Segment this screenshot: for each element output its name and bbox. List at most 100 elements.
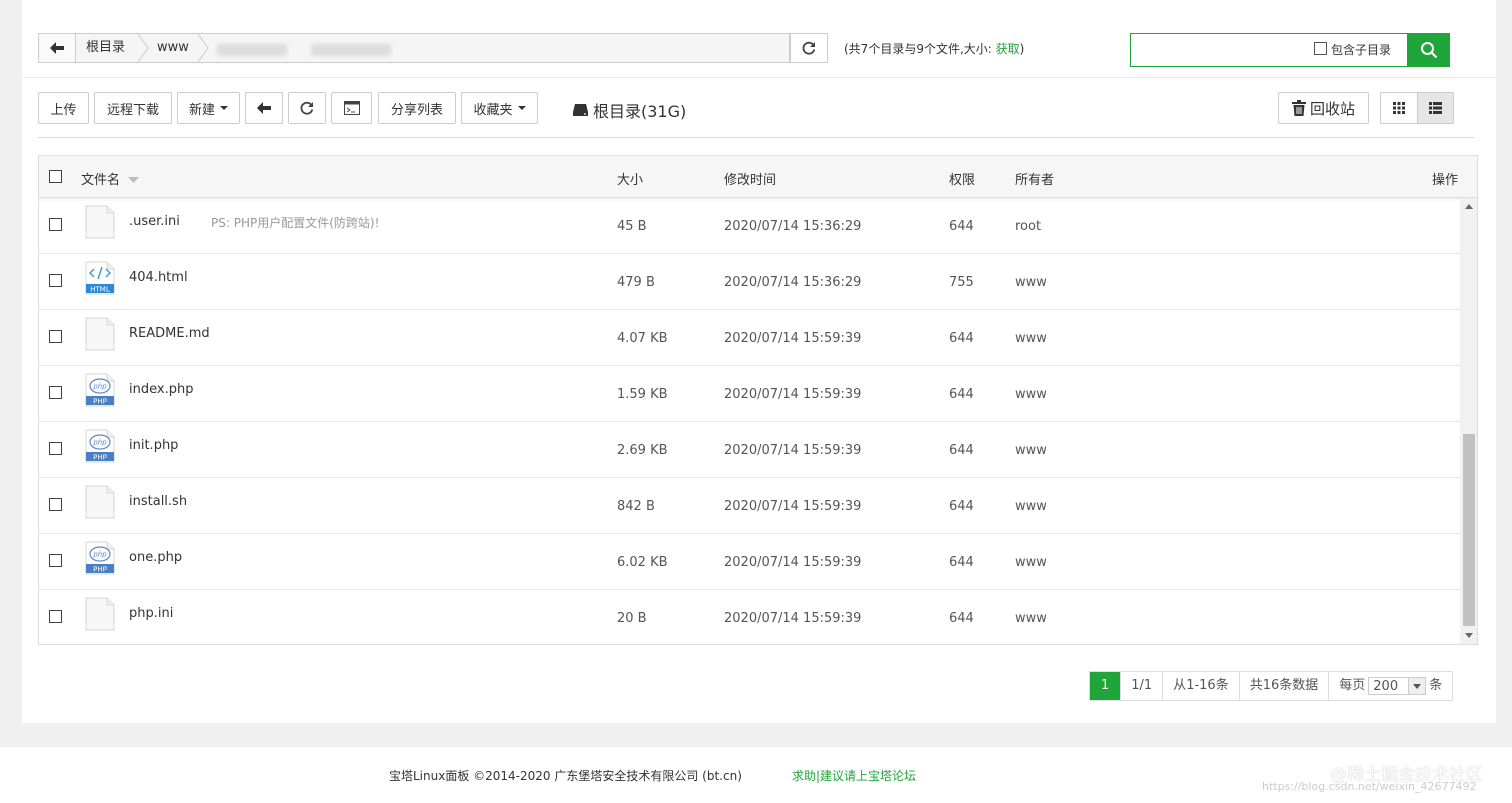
- file-name[interactable]: install.sh: [129, 494, 187, 509]
- file-icon: [85, 485, 115, 519]
- include-subdir-checkbox[interactable]: [1314, 42, 1327, 55]
- per-page-value: 200: [1373, 678, 1399, 694]
- select-all-checkbox[interactable]: [49, 170, 62, 183]
- file-permission: 644: [949, 331, 974, 346]
- table-row[interactable]: php PHP one.php 6.02 KB 2020/07/14 15:59:39 6…: [39, 534, 1461, 590]
- table-row[interactable]: .user.ini PS: PHP用户配置文件(防跨站)! 45 B 2020/07/…: [39, 198, 1461, 254]
- svg-text:PHP: PHP: [93, 566, 107, 574]
- header-name[interactable]: 文件名: [81, 169, 140, 188]
- path-back-button[interactable]: [39, 34, 76, 62]
- file-permission: 644: [949, 611, 974, 626]
- disk-label-text: 根目录(31G): [593, 102, 687, 121]
- table-row[interactable]: php.ini 20 B 2020/07/14 15:59:39 644 www: [39, 590, 1461, 644]
- grid-view-button[interactable]: [1381, 93, 1417, 123]
- file-permission: 644: [949, 387, 974, 402]
- footer-copyright: 宝塔Linux面板 ©2014-2020 广东堡塔安全技术有限公司 (bt.cn…: [389, 769, 742, 783]
- refresh-button[interactable]: [288, 92, 326, 124]
- breadcrumb-www[interactable]: www: [157, 34, 189, 62]
- page-total: 共16条数据: [1238, 672, 1329, 700]
- row-checkbox[interactable]: [49, 274, 62, 287]
- get-size-link[interactable]: 获取: [996, 42, 1020, 56]
- file-permission: 644: [949, 555, 974, 570]
- scrollbar-thumb[interactable]: [1463, 434, 1475, 626]
- arrow-left-icon: [50, 42, 64, 54]
- search-button[interactable]: [1407, 33, 1450, 67]
- disk-label[interactable]: 根目录(31G): [572, 98, 686, 122]
- file-size: 4.07 KB: [617, 331, 668, 346]
- divider: [22, 77, 1496, 78]
- new-dropdown-button[interactable]: 新建: [177, 92, 240, 124]
- grid-icon: [1392, 102, 1405, 114]
- refresh-icon: [802, 41, 816, 55]
- go-back-button[interactable]: [245, 92, 283, 124]
- file-name[interactable]: php.ini: [129, 606, 173, 621]
- scroll-up-icon[interactable]: [1465, 204, 1473, 209]
- favorites-dropdown-button[interactable]: 收藏夹: [461, 92, 538, 124]
- favorites-label: 收藏夹: [473, 102, 513, 118]
- file-name[interactable]: one.php: [129, 550, 182, 565]
- terminal-icon: [343, 101, 360, 115]
- file-mtime: 2020/07/14 15:59:39: [724, 387, 862, 402]
- recycle-bin-button[interactable]: 回收站: [1278, 92, 1369, 124]
- header-size[interactable]: 大小: [617, 169, 643, 188]
- table-scrollbar[interactable]: [1460, 198, 1477, 644]
- summary-suffix: ): [1019, 42, 1025, 56]
- file-owner: www: [1015, 331, 1047, 346]
- footer-help-link[interactable]: 求助|建议请上宝塔论坛: [792, 767, 916, 784]
- file-size: 6.02 KB: [617, 555, 668, 570]
- table-row[interactable]: README.md 4.07 KB 2020/07/14 15:59:39 644 ww…: [39, 310, 1461, 366]
- view-toggle: [1380, 92, 1454, 124]
- breadcrumb-root[interactable]: 根目录: [86, 34, 125, 62]
- file-permission: 644: [949, 443, 974, 458]
- terminal-button[interactable]: [331, 92, 372, 124]
- search-input[interactable]: [1135, 38, 1309, 64]
- table-row[interactable]: install.sh 842 B 2020/07/14 15:59:39 644 www: [39, 478, 1461, 534]
- trash-icon: [1291, 100, 1306, 116]
- recycle-bin-label: 回收站: [1309, 99, 1355, 118]
- file-name[interactable]: index.php: [129, 382, 193, 397]
- list-view-button[interactable]: [1416, 93, 1453, 123]
- per-page-label: 每页: [1339, 678, 1366, 693]
- list-icon: [1428, 102, 1442, 114]
- file-name[interactable]: .user.ini: [129, 214, 180, 229]
- arrow-left-icon: [257, 102, 271, 114]
- share-list-button[interactable]: 分享列表: [378, 92, 456, 124]
- path-refresh-button[interactable]: [790, 33, 828, 63]
- file-name[interactable]: README.md: [129, 326, 210, 341]
- file-size: 842 B: [617, 499, 655, 514]
- file-owner: www: [1015, 499, 1047, 514]
- row-checkbox[interactable]: [49, 330, 62, 343]
- search-box: 包含子目录: [1130, 33, 1450, 67]
- refresh-icon: [300, 101, 314, 115]
- file-mtime: 2020/07/14 15:59:39: [724, 499, 862, 514]
- per-page-select[interactable]: 200: [1368, 676, 1427, 695]
- per-page-suffix: 条: [1429, 678, 1443, 693]
- table-row[interactable]: php PHP init.php 2.69 KB 2020/07/14 15:59:39…: [39, 422, 1461, 478]
- row-checkbox[interactable]: [49, 610, 62, 623]
- path-bar[interactable]: 根目录 www: [38, 33, 790, 63]
- header-mtime[interactable]: 修改时间: [724, 169, 776, 188]
- sort-down-icon: [128, 177, 140, 183]
- table-row[interactable]: php PHP index.php 1.59 KB 2020/07/14 15:59:3…: [39, 366, 1461, 422]
- scroll-down-icon[interactable]: [1465, 633, 1473, 638]
- summary-text: (共7个目录与9个文件,大小:: [844, 42, 996, 56]
- file-size: 479 B: [617, 275, 655, 290]
- svg-text:PHP: PHP: [93, 454, 107, 462]
- dropdown-arrow-icon: [1408, 677, 1426, 694]
- page-current[interactable]: 1: [1090, 672, 1121, 700]
- file-name[interactable]: 404.html: [129, 270, 188, 285]
- row-checkbox[interactable]: [49, 498, 62, 511]
- breadcrumb-separator-icon: [137, 34, 149, 62]
- row-checkbox[interactable]: [49, 442, 62, 455]
- table-row[interactable]: HTML 404.html 479 B 2020/07/14 15:36:29 755 w…: [39, 254, 1461, 310]
- file-manager-panel: 根目录 www (共7个目录与9个文件,大小: 获取) 包含子目录 上传 远程下…: [22, 0, 1496, 723]
- row-checkbox[interactable]: [49, 554, 62, 567]
- row-checkbox[interactable]: [49, 386, 62, 399]
- row-checkbox[interactable]: [49, 218, 62, 231]
- caret-down-icon: [220, 106, 228, 110]
- remote-download-button[interactable]: 远程下载: [94, 92, 172, 124]
- file-owner: www: [1015, 611, 1047, 626]
- file-name[interactable]: init.php: [129, 438, 178, 453]
- blurred-breadcrumb: [217, 44, 287, 56]
- upload-button[interactable]: 上传: [38, 92, 89, 124]
